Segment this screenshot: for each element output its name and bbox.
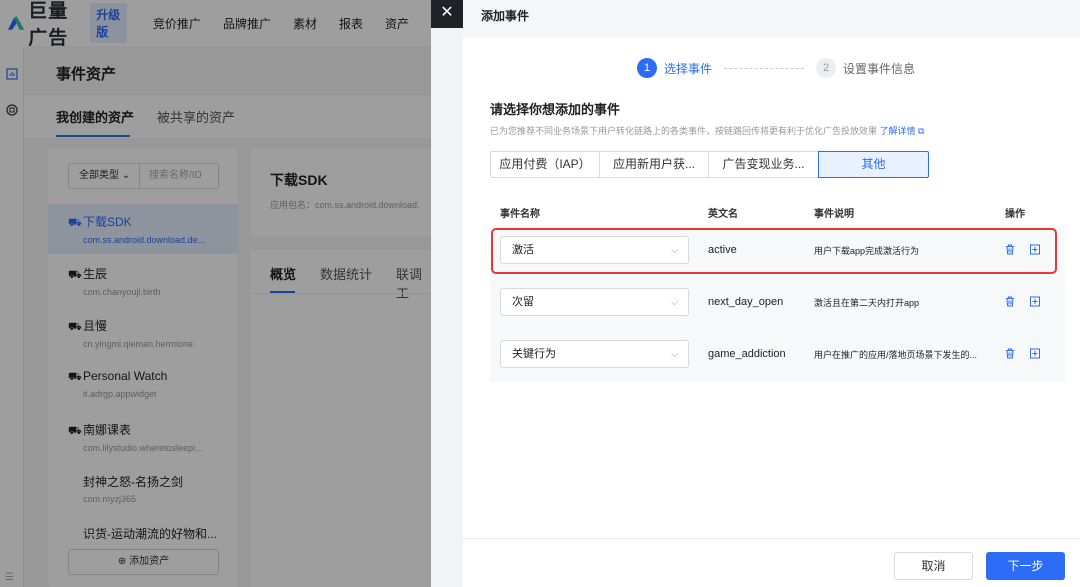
delete-icon[interactable]: [1005, 244, 1015, 255]
modal-overlay[interactable]: [0, 0, 431, 587]
chevron-down-icon: ⌵: [671, 349, 678, 359]
table-row: 关键行为 ⌵ game_addiction 用户在推广的应用/落地页场景下发生的.…: [490, 329, 1065, 381]
table-row: 激活 ⌵ active 用户下载app完成激活行为: [490, 225, 1065, 277]
header-description: 事件说明: [814, 209, 854, 220]
collapse-icon[interactable]: ☰: [5, 572, 14, 583]
english-name: active: [708, 244, 737, 256]
english-name: game_addiction: [708, 348, 786, 360]
delete-icon[interactable]: [1005, 296, 1015, 307]
header-english-name: 英文名: [708, 209, 738, 220]
step-1-label: 选择事件: [664, 61, 713, 76]
event-name-select[interactable]: 激活 ⌵: [500, 236, 689, 264]
external-link-icon: ⧉: [918, 126, 925, 136]
section-description: 已为您推荐不同业务场景下用户转化链路上的各类事件，按链路回传将更有利于优化广告投…: [490, 124, 924, 137]
learn-more-link[interactable]: 了解详情 ⧉: [880, 126, 925, 136]
stepper: 1 选择事件 2 设置事件信息: [637, 58, 915, 78]
event-description: 用户在推广的应用/落地页场景下发生的...: [814, 350, 978, 360]
chevron-down-icon: ⌵: [671, 297, 678, 307]
add-event-drawer: 添加事件 1 选择事件 2 设置事件信息 请选择你想添加的事件 已为您推荐不同业…: [463, 0, 1080, 587]
next-step-button[interactable]: 下一步: [986, 552, 1065, 580]
event-table: 事件名称 英文名 事件说明 操作 激活 ⌵ active 用户下载app完成激活行…: [490, 197, 1065, 382]
tab-monetization[interactable]: 广告变现业务...: [708, 151, 819, 178]
event-name-select[interactable]: 关键行为 ⌵: [500, 340, 689, 368]
chevron-down-icon: ⌵: [671, 245, 678, 255]
learn-more-label: 了解详情: [879, 126, 916, 136]
header-event-name: 事件名称: [500, 209, 540, 220]
close-icon: ✕: [440, 4, 454, 21]
cancel-button[interactable]: 取消: [894, 552, 973, 580]
event-name-value: 次留: [512, 296, 534, 308]
close-drawer-button[interactable]: ✕: [431, 0, 463, 28]
drawer-header: 添加事件: [463, 0, 1080, 38]
drawer-footer: 取消 下一步: [463, 538, 1080, 587]
table-body: 激活 ⌵ active 用户下载app完成激活行为 次留 ⌵ next_day_op…: [490, 225, 1065, 382]
table-header: 事件名称 英文名 事件说明 操作: [490, 197, 1065, 225]
event-description: 激活且在第二天内打开app: [814, 298, 920, 308]
drawer-title: 添加事件: [481, 9, 530, 23]
section-title: 请选择你想添加的事件: [490, 102, 621, 117]
tab-new-user[interactable]: 应用新用户获...: [599, 151, 709, 178]
event-name-value: 激活: [512, 244, 534, 256]
event-name-select[interactable]: 次留 ⌵: [500, 288, 689, 316]
tab-iap[interactable]: 应用付费（IAP）: [490, 151, 600, 178]
add-icon[interactable]: [1030, 244, 1040, 255]
step-1-number: 1: [637, 58, 657, 78]
header-actions: 操作: [1005, 209, 1025, 220]
english-name: next_day_open: [708, 296, 784, 308]
description-text: 已为您推荐不同业务场景下用户转化链路上的各类事件，按链路回传将更有利于优化广告投…: [490, 126, 880, 136]
delete-icon[interactable]: [1005, 348, 1015, 359]
step-2-number: 2: [816, 58, 837, 78]
event-name-value: 关键行为: [512, 348, 556, 360]
event-description: 用户下载app完成激活行为: [814, 246, 920, 256]
tab-other[interactable]: 其他: [818, 151, 929, 178]
step-2-label: 设置事件信息: [843, 61, 916, 76]
add-icon[interactable]: [1030, 348, 1040, 359]
category-tabs: 应用付费（IAP） 应用新用户获... 广告变现业务... 其他: [490, 151, 929, 178]
add-icon[interactable]: [1030, 296, 1040, 307]
table-row: 次留 ⌵ next_day_open 激活且在第二天内打开app: [490, 277, 1065, 329]
step-connector: [724, 67, 805, 69]
